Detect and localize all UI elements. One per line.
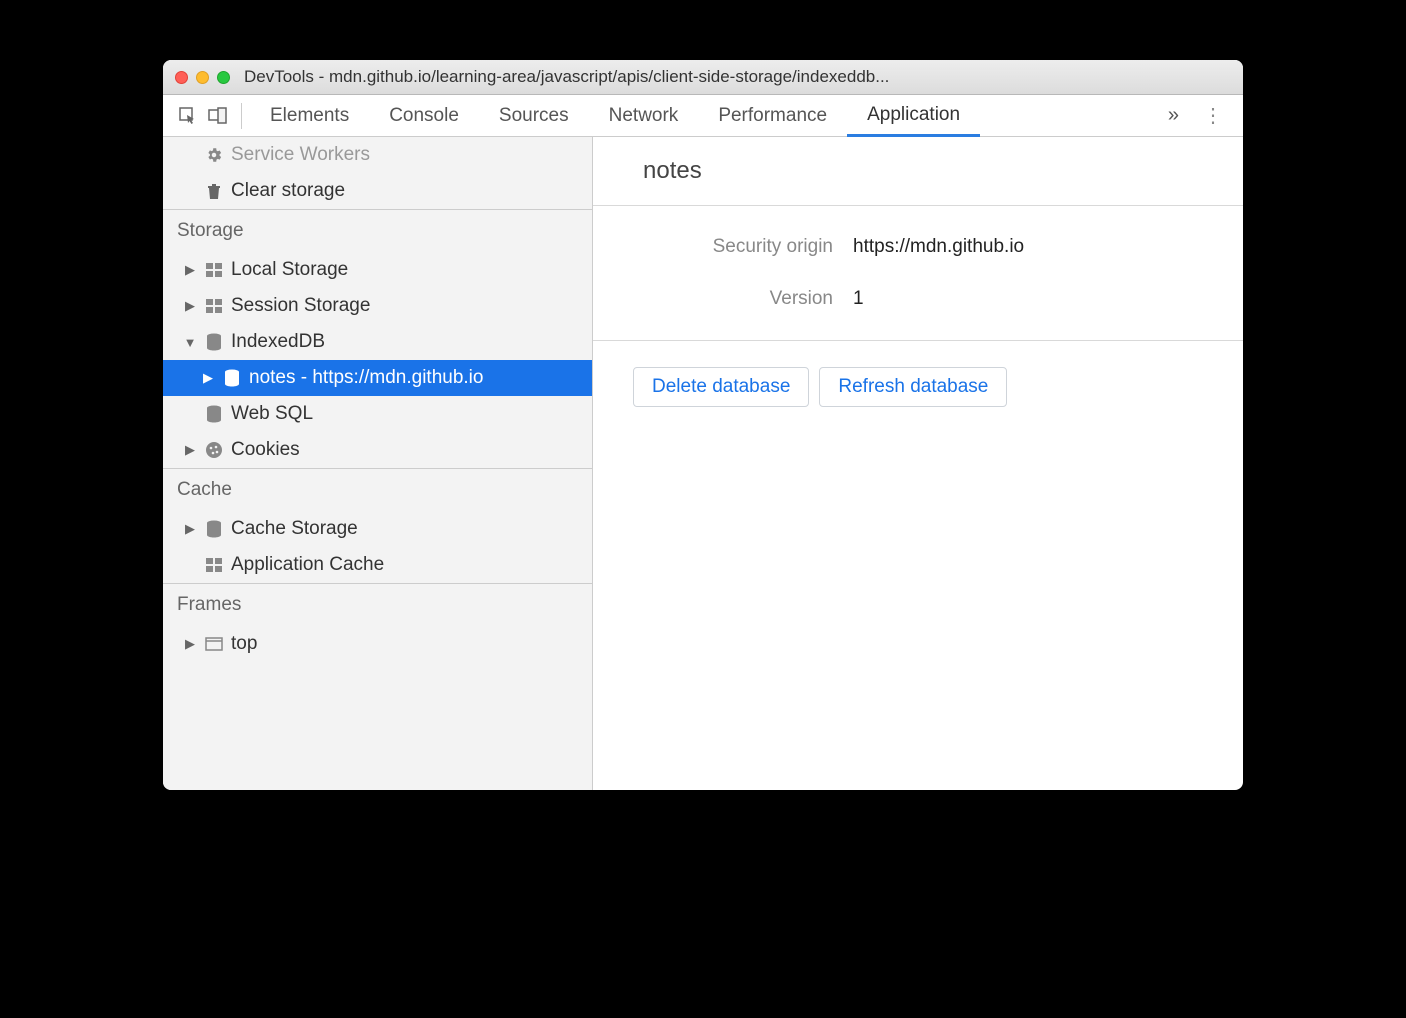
- sidebar: ▶ Service Workers ▶ Clear storage Storag…: [163, 137, 593, 790]
- tab-network[interactable]: Network: [589, 95, 699, 136]
- zoom-window-button[interactable]: [217, 71, 230, 84]
- chevron-right-icon: ▶: [183, 442, 197, 458]
- window-title: DevTools - mdn.github.io/learning-area/j…: [244, 67, 889, 87]
- database-icon: [203, 405, 225, 423]
- database-icon: [203, 520, 225, 538]
- version-label: Version: [633, 288, 833, 310]
- tree-label: Web SQL: [231, 403, 313, 425]
- tab-application[interactable]: Application: [847, 96, 980, 137]
- devtools-toolbar: Elements Console Sources Network Perform…: [163, 95, 1243, 137]
- devtools-window: DevTools - mdn.github.io/learning-area/j…: [163, 60, 1243, 790]
- close-window-button[interactable]: [175, 71, 188, 84]
- toolbar-divider: [241, 103, 242, 129]
- sidebar-item-top-frame[interactable]: ▶ top: [163, 626, 592, 662]
- gear-icon: [203, 146, 225, 164]
- tree-label: Application Cache: [231, 554, 384, 576]
- sidebar-item-cookies[interactable]: ▶ Cookies: [163, 432, 592, 468]
- panel-title: notes: [593, 137, 1243, 206]
- sidebar-item-notes-database[interactable]: ▶ notes - https://mdn.github.io: [163, 360, 592, 396]
- sidebar-section-cache: Cache: [163, 469, 592, 511]
- grid-icon: [203, 263, 225, 277]
- cookie-icon: [203, 441, 225, 459]
- security-origin-value: https://mdn.github.io: [853, 236, 1024, 258]
- sidebar-item-application-cache[interactable]: ▶ Application Cache: [163, 547, 592, 583]
- window-controls: [175, 71, 230, 84]
- settings-kebab-icon[interactable]: ⋮: [1193, 103, 1233, 128]
- tree-label: Cache Storage: [231, 518, 358, 540]
- tab-console[interactable]: Console: [369, 95, 479, 136]
- sidebar-item-clear-storage[interactable]: ▶ Clear storage: [163, 173, 592, 209]
- titlebar: DevTools - mdn.github.io/learning-area/j…: [163, 60, 1243, 95]
- main-panel: notes Security origin https://mdn.github…: [593, 137, 1243, 790]
- database-icon: [221, 369, 243, 387]
- sidebar-item-local-storage[interactable]: ▶ Local Storage: [163, 252, 592, 288]
- tree-label: top: [231, 633, 257, 655]
- tab-performance[interactable]: Performance: [698, 95, 847, 136]
- chevron-down-icon: ▼: [183, 335, 197, 350]
- tree-label: Service Workers: [231, 144, 370, 166]
- chevron-right-icon: ▶: [183, 521, 197, 537]
- sidebar-item-service-workers[interactable]: ▶ Service Workers: [163, 137, 592, 173]
- tree-label: Session Storage: [231, 295, 370, 317]
- tab-sources[interactable]: Sources: [479, 95, 589, 136]
- tree-label: IndexedDB: [231, 331, 325, 353]
- grid-icon: [203, 558, 225, 572]
- tree-label: Clear storage: [231, 180, 345, 202]
- frame-icon: [203, 637, 225, 651]
- tree-label: notes - https://mdn.github.io: [249, 367, 483, 389]
- security-origin-label: Security origin: [633, 236, 833, 258]
- more-tabs-chevron-icon[interactable]: »: [1154, 104, 1193, 127]
- chevron-right-icon: ▶: [183, 636, 197, 652]
- panel-actions: Delete database Refresh database: [593, 341, 1243, 433]
- sidebar-item-web-sql[interactable]: ▶ Web SQL: [163, 396, 592, 432]
- grid-icon: [203, 299, 225, 313]
- tree-label: Cookies: [231, 439, 300, 461]
- trash-icon: [203, 182, 225, 200]
- sidebar-section-storage: Storage: [163, 210, 592, 252]
- chevron-right-icon: ▶: [183, 298, 197, 314]
- tree-label: Local Storage: [231, 259, 348, 281]
- database-icon: [203, 333, 225, 351]
- version-value: 1: [853, 288, 864, 310]
- delete-database-button[interactable]: Delete database: [633, 367, 809, 407]
- minimize-window-button[interactable]: [196, 71, 209, 84]
- device-toolbar-icon[interactable]: [203, 101, 233, 131]
- sidebar-section-frames: Frames: [163, 584, 592, 626]
- refresh-database-button[interactable]: Refresh database: [819, 367, 1007, 407]
- sidebar-item-indexeddb[interactable]: ▼ IndexedDB: [163, 324, 592, 360]
- tab-elements[interactable]: Elements: [250, 95, 369, 136]
- chevron-right-icon: ▶: [201, 370, 215, 386]
- sidebar-item-cache-storage[interactable]: ▶ Cache Storage: [163, 511, 592, 547]
- inspect-element-icon[interactable]: [173, 101, 203, 131]
- panel-details: Security origin https://mdn.github.io Ve…: [593, 206, 1243, 341]
- chevron-right-icon: ▶: [183, 262, 197, 278]
- sidebar-item-session-storage[interactable]: ▶ Session Storage: [163, 288, 592, 324]
